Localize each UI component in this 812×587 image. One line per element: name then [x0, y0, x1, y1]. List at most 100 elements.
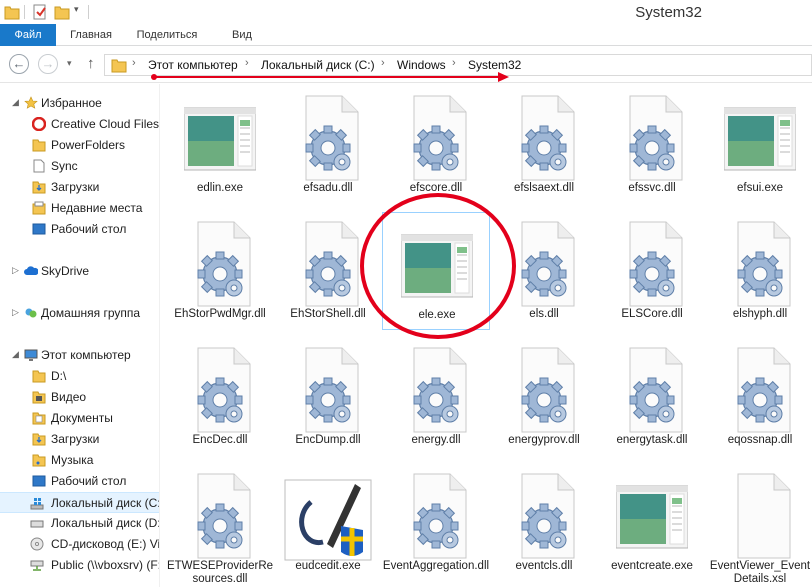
nav-item-downloads[interactable]: Загрузки: [0, 177, 159, 198]
file-item[interactable]: els.dll: [490, 212, 598, 330]
file-item[interactable]: energy.dll: [382, 338, 490, 456]
nav-item-local-disk-c[interactable]: Локальный диск (C:): [0, 492, 159, 513]
file-name: EhStorShell.dll: [290, 308, 366, 320]
breadcrumb-drive-c[interactable]: Локальный диск (C:): [261, 58, 375, 72]
file-item[interactable]: ELSCore.dll: [598, 212, 706, 330]
tab-view[interactable]: Вид: [224, 24, 260, 46]
file-item[interactable]: eudcedit.exe: [274, 464, 382, 582]
dll-gears-icon: [292, 220, 364, 308]
file-item[interactable]: energytask.dll: [598, 338, 706, 456]
desktop-icon: [32, 475, 46, 487]
file-name: eventcreate.exe: [611, 560, 693, 572]
file-item[interactable]: EhStorPwdMgr.dll: [166, 212, 274, 330]
nav-skydrive[interactable]: ▷ SkyDrive: [0, 261, 159, 282]
nav-label: Недавние места: [51, 201, 143, 215]
breadcrumb-computer[interactable]: Этот компьютер: [148, 58, 238, 72]
file-item[interactable]: efslsaext.dll: [490, 86, 598, 204]
file-item[interactable]: efssvc.dll: [598, 86, 706, 204]
file-item[interactable]: efsui.exe: [706, 86, 812, 204]
document-icon: [724, 472, 796, 560]
file-item[interactable]: EhStorShell.dll: [274, 212, 382, 330]
nav-label: Видео: [51, 390, 87, 404]
nav-item-videos[interactable]: Видео: [0, 387, 159, 408]
nav-label: Загрузки: [51, 432, 100, 446]
chevron-right-icon[interactable]: ▷: [12, 265, 19, 276]
file-item[interactable]: eventcls.dll: [490, 464, 598, 582]
eudc-editor-icon: [284, 472, 372, 561]
file-item[interactable]: eventcreate.exe: [598, 464, 706, 582]
file-name: elshyph.dll: [732, 308, 788, 320]
application-window-icon: [615, 472, 689, 560]
nav-item-public-share[interactable]: Public (\\vboxsrv) (F:): [0, 555, 159, 576]
file-item[interactable]: ele.exe: [382, 212, 490, 330]
nav-item-powerfolders[interactable]: PowerFolders: [0, 135, 159, 156]
nav-item-recent-places[interactable]: Недавние места: [0, 198, 159, 219]
file-name: efscore.dll: [409, 182, 463, 194]
chevron-down-icon[interactable]: ◢: [12, 97, 19, 108]
nav-item-desktop[interactable]: Рабочий стол: [0, 219, 159, 240]
back-button[interactable]: ←: [9, 54, 29, 74]
navigation-pane: ◢ Избранное Creative Cloud Files PowerFo…: [0, 84, 160, 587]
breadcrumb-windows[interactable]: Windows: [397, 58, 446, 72]
nav-favorites[interactable]: ◢ Избранное: [0, 93, 159, 114]
nav-this-pc[interactable]: ◢ Этот компьютер: [0, 345, 159, 366]
file-item[interactable]: EncDec.dll: [166, 338, 274, 456]
up-arrow-icon[interactable]: ↑: [87, 55, 95, 72]
dll-gears-icon: [184, 346, 256, 434]
file-name: efsui.exe: [736, 182, 784, 194]
file-item[interactable]: eqossnap.dll: [706, 338, 812, 456]
breadcrumb-system32[interactable]: System32: [468, 58, 521, 72]
file-name: ETWESEProviderResources.dll: [166, 560, 274, 585]
file-item[interactable]: EventViewer_EventDetails.xsl: [706, 464, 812, 585]
file-item[interactable]: ETWESEProviderResources.dll: [166, 464, 274, 585]
nav-item-d-drive-folder[interactable]: D:\: [0, 366, 159, 387]
nav-homegroup[interactable]: ▷ Домашняя группа: [0, 303, 159, 324]
downloads-folder-icon: [32, 433, 46, 446]
star-icon: [24, 96, 38, 109]
file-item[interactable]: energyprov.dll: [490, 338, 598, 456]
nav-item-cd-drive[interactable]: CD-дисковод (E:) Vi: [0, 534, 159, 555]
file-item[interactable]: EncDump.dll: [274, 338, 382, 456]
nav-label: Sync: [51, 159, 78, 173]
chevron-down-icon[interactable]: ◢: [12, 349, 19, 360]
nav-label: Избранное: [41, 96, 102, 110]
forward-button[interactable]: →: [38, 54, 58, 74]
tab-file[interactable]: Файл: [0, 24, 56, 46]
tab-share[interactable]: Поделиться: [126, 24, 208, 46]
nav-label: Локальный диск (D:): [51, 516, 160, 530]
documents-folder-icon: [32, 412, 46, 425]
recent-locations-icon[interactable]: ▾: [67, 58, 72, 69]
file-grid: edlin.exe efsadu.dll efscore.dll efslsaext.…: [160, 84, 812, 587]
nav-label: SkyDrive: [41, 264, 90, 278]
file-item[interactable]: efsadu.dll: [274, 86, 382, 204]
nav-label: Этот компьютер: [41, 348, 131, 362]
file-item[interactable]: efscore.dll: [382, 86, 490, 204]
file-name: energytask.dll: [616, 434, 688, 446]
nav-item-local-disk-d[interactable]: Локальный диск (D:): [0, 513, 160, 534]
nav-item-music[interactable]: Музыка: [0, 450, 159, 471]
file-item[interactable]: elshyph.dll: [706, 212, 812, 330]
chevron-right-icon[interactable]: ▷: [12, 307, 19, 318]
homegroup-icon: [25, 308, 37, 318]
file-item[interactable]: edlin.exe: [166, 86, 274, 204]
file-name: efslsaext.dll: [513, 182, 575, 194]
tab-home[interactable]: Главная: [62, 24, 120, 46]
dll-gears-icon: [400, 94, 472, 182]
document-icon: [33, 159, 45, 173]
file-name: efssvc.dll: [628, 182, 676, 194]
nav-item-sync[interactable]: Sync: [0, 156, 159, 177]
folder-icon: [32, 370, 46, 383]
title-bar: ▾ System32: [0, 0, 812, 24]
nav-item-desktop-pc[interactable]: Рабочий стол: [0, 471, 159, 492]
dll-gears-icon: [508, 346, 580, 434]
dll-gears-icon: [292, 94, 364, 182]
nav-item-documents[interactable]: Документы: [0, 408, 159, 429]
nav-item-downloads-pc[interactable]: Загрузки: [0, 429, 159, 450]
annotation-arrow: [151, 72, 509, 82]
drive-icon: [30, 520, 44, 528]
computer-icon: [24, 349, 38, 361]
nav-item-creative-cloud[interactable]: Creative Cloud Files: [0, 114, 159, 135]
file-item[interactable]: EventAggregation.dll: [382, 464, 490, 582]
nav-label: Домашняя группа: [41, 306, 141, 320]
file-name: energyprov.dll: [508, 434, 580, 446]
